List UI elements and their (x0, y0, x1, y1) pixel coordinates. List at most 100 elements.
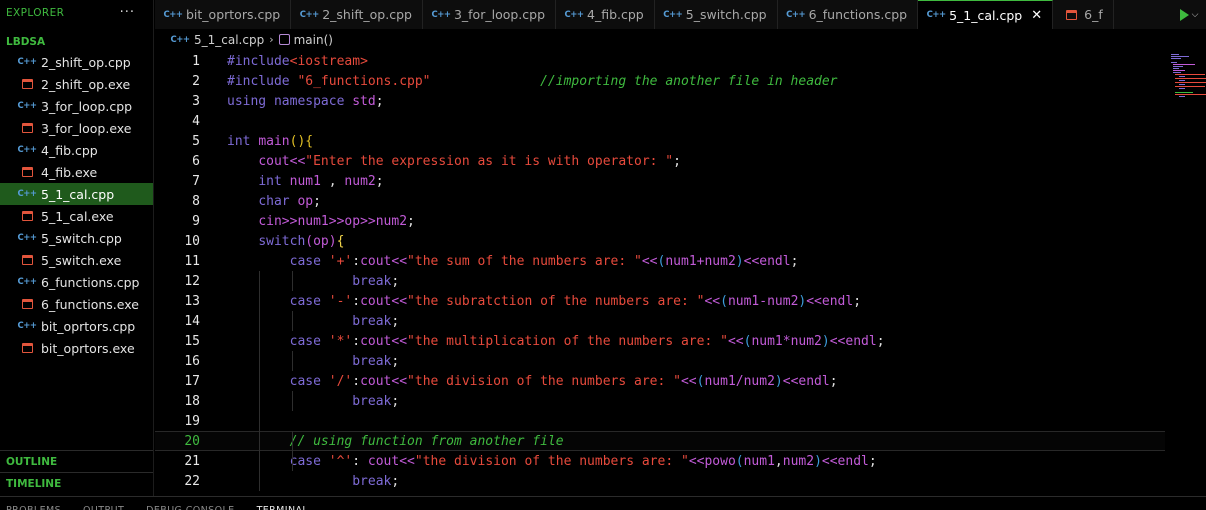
breadcrumb-symbol[interactable]: main() (294, 33, 333, 47)
code-line[interactable]: 9 cin>>num1>>op>>num2; (155, 211, 1165, 231)
code-token: num1 (751, 333, 783, 349)
panel-tab[interactable]: DEBUG CONSOLE (146, 505, 234, 510)
line-number: 19 (184, 413, 200, 429)
code-token: num2 (344, 173, 376, 189)
code-token: //importing the another file in header (540, 73, 838, 89)
editor-tab[interactable]: C++ 6_functions.cpp (778, 0, 919, 29)
file-item[interactable]: bit_oprtors.exe (0, 337, 153, 359)
code-line[interactable]: 22 break; (155, 471, 1165, 491)
panel-tab[interactable]: PROBLEMS (6, 505, 61, 510)
file-item[interactable]: 5_1_cal.exe (0, 205, 153, 227)
code-line[interactable]: 6 cout<<"Enter the expression as it is w… (155, 151, 1165, 171)
code-token: std (352, 93, 376, 109)
code-token: case (289, 253, 329, 269)
file-item[interactable]: C++ 5_1_cal.cpp (0, 183, 153, 205)
file-item[interactable]: C++ bit_oprtors.cpp (0, 315, 153, 337)
code-token: >> (281, 213, 298, 229)
file-item[interactable]: 3_for_loop.exe (0, 117, 153, 139)
run-icon[interactable] (1179, 8, 1189, 21)
code-token: char (258, 193, 298, 209)
code-line[interactable]: 3 using namespace std; (155, 91, 1165, 111)
line-number: 10 (184, 233, 200, 249)
file-item[interactable]: C++ 6_functions.cpp (0, 271, 153, 293)
code-line[interactable]: 13 case '-':cout<<"the subratction of th… (155, 291, 1165, 311)
minimap-line (1179, 88, 1185, 89)
file-item[interactable]: C++ 3_for_loop.cpp (0, 95, 153, 117)
editor-tab[interactable]: C++ 4_fib.cpp (556, 0, 655, 29)
code-line[interactable]: 14 break; (155, 311, 1165, 331)
cpp-file-icon: C++ (663, 9, 683, 20)
editor-tab[interactable]: C++ 3_for_loop.cpp (423, 0, 557, 29)
file-item[interactable]: 6_functions.exe (0, 293, 153, 315)
code-line[interactable]: 11 case '+':cout<<"the sum of the number… (155, 251, 1165, 271)
code-line[interactable]: 15 case '*':cout<<"the multiplication of… (155, 331, 1165, 351)
cpp-file-icon: C++ (17, 277, 37, 287)
more-actions-icon[interactable]: ··· (120, 5, 135, 20)
file-item[interactable]: 4_fib.exe (0, 161, 153, 183)
code-token: int (258, 173, 290, 189)
code-token: ; (391, 393, 400, 409)
code-line[interactable]: 21 case '^': cout<<"the division of the … (155, 451, 1165, 471)
file-item[interactable]: 2_shift_op.exe (0, 73, 153, 95)
code-token: num1 (704, 373, 736, 389)
code-line[interactable]: 1 #include<iostream> (155, 51, 1165, 71)
code-token: / (735, 373, 744, 389)
minimap-line (1175, 92, 1193, 93)
explorer-title: EXPLORER (6, 6, 65, 19)
panel-tab-bar: PROBLEMS OUTPUT DEBUG CONSOLE TERMINAL (0, 496, 1206, 510)
timeline-section-header[interactable]: TIMELINE (0, 472, 153, 494)
code-token: >> (360, 213, 376, 229)
folder-name[interactable]: LBDSA (0, 25, 153, 51)
file-item-label: bit_oprtors.exe (41, 340, 135, 356)
file-item-label: 6_functions.cpp (41, 274, 140, 290)
cpp-file-icon: C++ (17, 57, 37, 67)
editor-tab[interactable]: 6_f (1053, 0, 1114, 29)
close-icon[interactable]: ✕ (1031, 8, 1042, 23)
code-text: #include<iostream> (227, 54, 368, 69)
editor-tab[interactable]: C++ bit_oprtors.cpp (155, 0, 292, 29)
code-editor[interactable]: 1 #include<iostream> 2 #include "6_function… (155, 50, 1165, 496)
cpp-file-icon: C++ (17, 233, 37, 243)
code-line[interactable]: 8 char op; (155, 191, 1165, 211)
editor-tab[interactable]: C++ 2_shift_op.cpp (291, 0, 423, 29)
file-item[interactable]: 5_switch.exe (0, 249, 153, 271)
panel-tab[interactable]: TERMINAL (257, 505, 309, 510)
file-item[interactable]: C++ 4_fib.cpp (0, 139, 153, 161)
code-token: "6_functions.cpp" (297, 73, 431, 89)
panel-tab[interactable]: OUTPUT (83, 505, 124, 510)
minimap[interactable] (1165, 50, 1206, 496)
symbol-method-icon (278, 34, 290, 45)
editor-tab[interactable]: C++ 5_switch.cpp (655, 0, 778, 29)
code-line[interactable]: 19 (155, 411, 1165, 431)
code-line[interactable]: 10 switch(op){ (155, 231, 1165, 251)
outline-section-header[interactable]: OUTLINE (0, 450, 153, 472)
code-line[interactable]: 18 break; (155, 391, 1165, 411)
code-text: #include "6_functions.cpp" //importing t… (227, 74, 838, 89)
code-token: powo (704, 453, 736, 469)
code-token: num2 (375, 213, 408, 229)
code-text: break; (227, 354, 399, 369)
code-line[interactable]: 16 break; (155, 351, 1165, 371)
code-line[interactable]: 4 (155, 111, 1165, 131)
code-token: num1 (743, 453, 775, 469)
chevron-down-icon[interactable]: ⌵ (1192, 10, 1199, 20)
editor-tab[interactable]: C++ 5_1_cal.cpp ✕ (918, 0, 1054, 29)
code-token: int (227, 133, 259, 149)
code-token: switch (258, 233, 306, 249)
file-item-label: 5_switch.exe (41, 252, 122, 268)
code-line[interactable]: 2 #include "6_functions.cpp" //importing … (155, 71, 1165, 91)
cpp-file-icon: C++ (564, 9, 584, 20)
file-item[interactable]: C++ 2_shift_op.cpp (0, 51, 153, 73)
code-line[interactable]: 20 // using function from another file (155, 431, 1165, 451)
file-item[interactable]: C++ 5_switch.cpp (0, 227, 153, 249)
line-number: 1 (192, 53, 200, 69)
minimap-line (1171, 58, 1181, 59)
code-line[interactable]: 5 int main(){ (155, 131, 1165, 151)
code-line[interactable]: 12 break; (155, 271, 1165, 291)
breadcrumb-file[interactable]: 5_1_cal.cpp (194, 33, 264, 47)
cpp-file-icon: C++ (17, 321, 37, 331)
code-line[interactable]: 7 int num1 , num2; (155, 171, 1165, 191)
code-line[interactable]: 17 case '/':cout<<"the division of the n… (155, 371, 1165, 391)
